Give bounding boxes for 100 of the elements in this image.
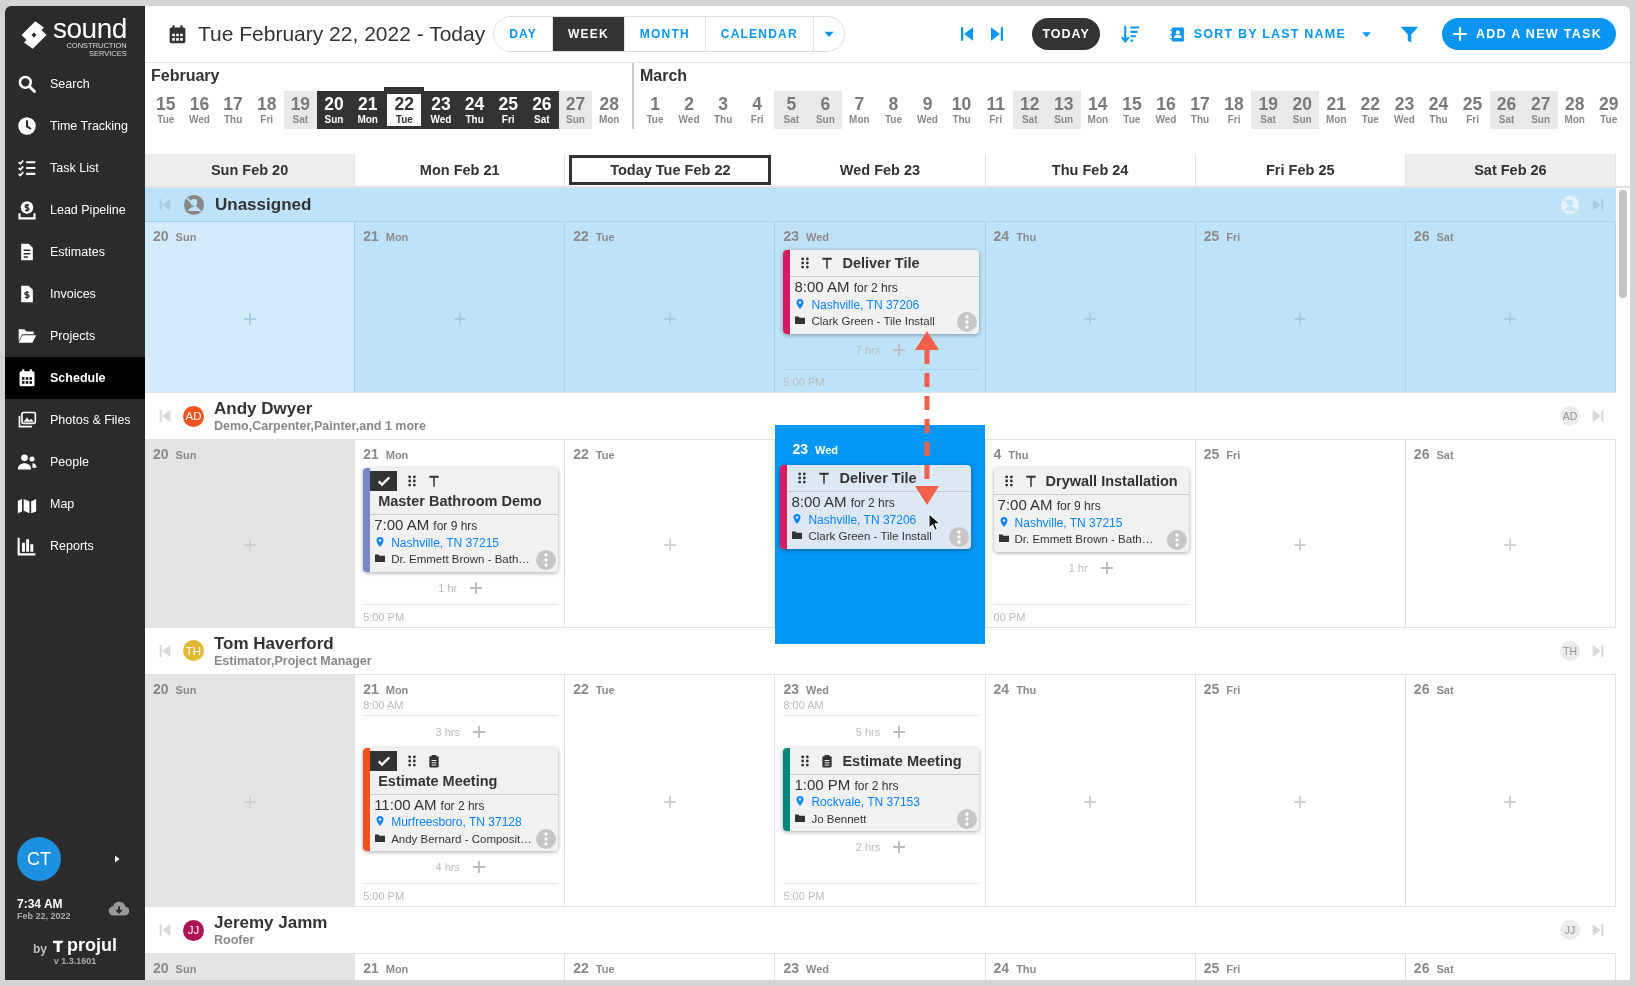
task-card[interactable]: Deliver Tile 8:00 AM for 2 hrs Nashville, TN 37206 Clark Green - Tile Install [780, 465, 971, 549]
location-link[interactable]: Nashville, TN 37215 [374, 534, 551, 551]
location-link[interactable]: Murfreesboro, TN 37128 [374, 814, 551, 831]
date-strip-day[interactable]: 17 Thu [1183, 91, 1218, 129]
more-icon[interactable] [956, 809, 977, 829]
date-strip-day[interactable]: 20 Sun [317, 91, 351, 129]
sidebar-item[interactable]: Search [5, 63, 145, 105]
day-cell[interactable]: 21 Mon Master Bathroom Demo 7:00 AM for 9 hrs Nashville, TN 37215 Dr. Emmett Brown - Bath… 1 hr 5:00 PM [355, 440, 566, 627]
date-strip-day[interactable]: 16 Wed [182, 91, 217, 129]
sidebar-item[interactable]: Reports [5, 525, 145, 567]
date-strip-day[interactable]: 1 Tue [638, 91, 673, 129]
add-icon[interactable] [452, 312, 467, 326]
add-icon[interactable] [1293, 795, 1308, 810]
date-strip-day[interactable]: 12 Sat [1012, 91, 1047, 129]
sidebar-item[interactable]: Map [5, 483, 145, 525]
date-strip-day[interactable]: 22 Tue [1353, 91, 1388, 129]
day-cell[interactable]: 20 Sun [145, 674, 356, 906]
date-strip-day[interactable]: 3 Thu [706, 91, 741, 129]
more-icon[interactable] [956, 311, 977, 332]
day-cell[interactable]: 26 Sat [1405, 674, 1616, 906]
sidebar-item[interactable]: Photos & Files [5, 399, 145, 441]
location-link[interactable]: Nashville, TN 37215 [997, 514, 1181, 531]
sort-dropdown[interactable]: SORT BY LAST NAME [1168, 25, 1373, 43]
more-icon[interactable] [536, 549, 557, 570]
date-strip-day[interactable]: 24 Thu [1421, 91, 1456, 129]
today-button[interactable]: TODAY [1032, 18, 1100, 50]
add-icon[interactable] [1503, 312, 1518, 326]
skip-start-icon[interactable] [157, 922, 173, 938]
add-icon[interactable] [469, 580, 484, 595]
add-icon[interactable] [892, 840, 907, 854]
day-cell[interactable]: 20 Sun [145, 222, 356, 392]
date-strip-day[interactable]: 20 Sun [1285, 91, 1320, 129]
date-strip-day[interactable]: 18 Fri [1217, 91, 1252, 129]
date-strip-day[interactable]: 26 Sat [1489, 91, 1524, 129]
date-strip-day[interactable]: 23 Wed [424, 91, 458, 129]
add-icon[interactable] [242, 312, 257, 326]
add-icon[interactable] [892, 724, 907, 739]
add-icon[interactable] [471, 724, 486, 739]
add-icon[interactable] [1083, 795, 1098, 810]
day-cell[interactable]: 22 Tue [565, 954, 776, 980]
date-strip-day[interactable]: 7 Mon [842, 91, 877, 129]
location-link[interactable]: Nashville, TN 37206 [791, 511, 963, 528]
day-cell[interactable]: 24 Thu [985, 222, 1196, 392]
add-icon[interactable] [662, 538, 677, 553]
day-cell[interactable]: 24 Thu [985, 954, 1196, 980]
day-cell[interactable]: 23 Wed [775, 954, 986, 980]
sidebar-item[interactable]: Projects [5, 315, 145, 357]
day-cell[interactable]: 4 Thu Drywall Installation 7:00 AM for 9 hrs Nashville, TN 37215 Dr. Emmett Brown - Bath… 1 hr 00 PM [985, 440, 1196, 627]
date-strip-day[interactable]: 14 Mon [1080, 91, 1115, 129]
date-strip-day[interactable]: 9 Wed [910, 91, 945, 129]
day-cell[interactable]: 20 Sun [145, 440, 356, 627]
date-strip-day[interactable]: 19 Sat [283, 91, 318, 129]
date-strip-day[interactable]: 28 Mon [1557, 91, 1592, 129]
add-icon[interactable] [1099, 560, 1114, 575]
skip-end-icon[interactable] [1590, 642, 1606, 659]
day-cell[interactable]: 26 Sat [1405, 954, 1616, 980]
sidebar-item[interactable]: Task List [5, 147, 145, 189]
add-task-button[interactable]: ADD A NEW TASK [1441, 18, 1616, 50]
date-strip-day[interactable]: 24 Thu [457, 91, 492, 129]
day-cell[interactable]: 25 Fri [1195, 440, 1406, 627]
add-icon[interactable] [1293, 538, 1308, 553]
date-strip-day[interactable]: 11 Fri [978, 91, 1013, 129]
day-cell[interactable]: 25 Fri [1195, 222, 1406, 392]
add-icon[interactable] [1293, 312, 1308, 326]
skip-start-icon[interactable] [157, 642, 173, 659]
checkbox[interactable] [370, 471, 398, 491]
task-card[interactable]: Estimate Meeting 11:00 AM for 2 hrs Murfreesboro, TN 37128 Andy Bernard - Composit… [363, 747, 559, 851]
sidebar-item[interactable]: Invoices [5, 273, 145, 315]
checkbox[interactable] [370, 750, 398, 771]
more-icon[interactable] [1166, 529, 1187, 550]
user-avatar[interactable]: CT [17, 837, 61, 881]
date-strip-day[interactable]: 15 Tue [1114, 91, 1149, 129]
skip-start-icon[interactable] [157, 408, 173, 424]
date-strip-day[interactable]: 22 Tue [384, 87, 425, 129]
sidebar-item[interactable]: Schedule [5, 357, 145, 399]
scrollbar[interactable] [1619, 190, 1627, 298]
day-cell[interactable]: 22 Tue [565, 222, 776, 392]
location-link[interactable]: Rockvale, TN 37153 [794, 794, 971, 811]
task-card[interactable]: Drywall Installation 7:00 AM for 9 hrs Nashville, TN 37215 Dr. Emmett Brown - Bath… [993, 468, 1189, 552]
day-cell[interactable]: 23 Wed Deliver Tile 8:00 AM for 2 hrs Nashville, TN 37206 Clark Green - Tile Install 7 hrs 5:00 PM [775, 222, 986, 392]
date-strip-day[interactable]: 28 Mon [592, 91, 626, 129]
date-strip-day[interactable]: 19 Sat [1251, 91, 1286, 129]
date-strip-day[interactable]: 8 Tue [876, 91, 911, 129]
day-cell[interactable]: 26 Sat [1405, 440, 1616, 627]
add-icon[interactable] [1503, 795, 1518, 810]
day-cell[interactable]: 21 Mon 8:00 AM 3 hrs Estimate Meeting 11:00 AM for 2 hrs Murfreesboro, TN 37128 Andy Bernard - Composit… 4 hrs 5:00 PM [355, 674, 566, 906]
add-icon[interactable] [892, 342, 907, 357]
day-cell[interactable]: 22 Tue [565, 674, 776, 906]
day-cell[interactable]: 21 Mon [355, 954, 566, 980]
date-strip-day[interactable]: 27 Sun [558, 91, 593, 129]
date-strip-day[interactable]: 5 Sat [774, 91, 809, 129]
date-strip-day[interactable]: 2 Wed [672, 91, 707, 129]
day-cell[interactable]: 20 Sun [145, 954, 356, 980]
sidebar-item[interactable]: Lead Pipeline [5, 189, 145, 231]
task-card[interactable]: Deliver Tile 8:00 AM for 2 hrs Nashville, TN 37206 Clark Green - Tile Install [783, 250, 979, 334]
date-strip-day[interactable]: 23 Wed [1387, 91, 1422, 129]
date-strip-day[interactable]: 25 Fri [491, 91, 526, 129]
date-strip-day[interactable]: 15 Tue [149, 91, 183, 129]
day-cell[interactable]: 23 Wed 8:00 AM 5 hrs Estimate Meeting 1:00 PM for 2 hrs Rockvale, TN 37153 Jo Bennett 2 hrs 5:00 PM [775, 674, 986, 906]
add-icon[interactable] [471, 860, 486, 874]
